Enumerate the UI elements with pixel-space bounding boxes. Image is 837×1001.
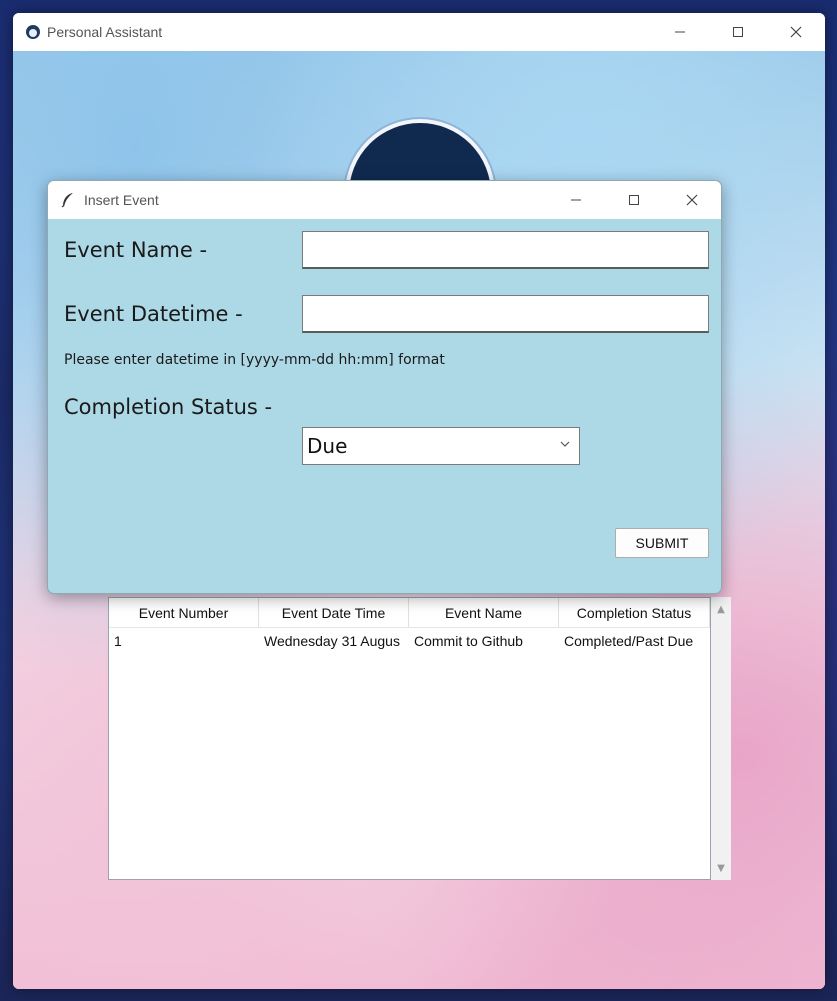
scroll-up-icon[interactable]: ▲ [711,601,731,617]
table-row[interactable]: 1 Wednesday 31 Augus Commit to Github Co… [109,628,710,654]
scroll-down-icon[interactable]: ▼ [711,860,731,876]
main-window-title: Personal Assistant [47,24,163,40]
close-button[interactable] [767,13,825,51]
dialog-title: Insert Event [84,192,159,208]
dialog-close-button[interactable] [663,181,721,219]
insert-event-dialog: Insert Event Event Name - Event Datetime… [47,180,722,594]
cell-completion-status: Completed/Past Due [564,633,694,649]
column-header-event-number[interactable]: Event Number [109,598,259,627]
event-name-label: Event Name - [64,238,208,262]
event-name-input[interactable] [302,231,709,269]
cell-event-datetime: Wednesday 31 Augus [264,633,400,649]
completion-status-value: Due [307,434,348,458]
feather-icon [61,193,73,208]
completion-status-select[interactable]: Due [302,427,580,465]
maximize-button[interactable] [709,13,767,51]
dialog-titlebar[interactable]: Insert Event [48,181,721,219]
event-datetime-label: Event Datetime - [64,302,243,326]
datetime-format-hint: Please enter datetime in [yyyy-mm-dd hh:… [64,352,445,368]
submit-button[interactable]: SUBMIT [615,528,709,558]
event-datetime-input[interactable] [302,295,709,333]
cell-event-number: 1 [114,633,122,649]
completion-status-label: Completion Status - [64,395,273,419]
minimize-icon [571,199,581,201]
close-icon [686,194,698,206]
cell-event-name: Commit to Github [414,633,523,649]
close-icon [790,26,802,38]
dialog-body: Event Name - Event Datetime - Please ent… [48,219,721,593]
chevron-down-icon [560,441,570,447]
main-titlebar[interactable]: Personal Assistant [13,13,825,51]
minimize-icon [675,31,685,33]
column-header-completion-status[interactable]: Completion Status [559,598,710,627]
table-scrollbar[interactable]: ▲ ▼ [711,597,731,880]
table-header: Event Number Event Date Time Event Name … [109,598,710,628]
maximize-icon [629,195,639,205]
dialog-maximize-button[interactable] [605,181,663,219]
dialog-minimize-button[interactable] [547,181,605,219]
events-table[interactable]: Event Number Event Date Time Event Name … [108,597,711,880]
assistant-avatar-icon [26,25,40,39]
maximize-icon [733,27,743,37]
column-header-event-datetime[interactable]: Event Date Time [259,598,409,627]
minimize-button[interactable] [651,13,709,51]
column-header-event-name[interactable]: Event Name [409,598,559,627]
